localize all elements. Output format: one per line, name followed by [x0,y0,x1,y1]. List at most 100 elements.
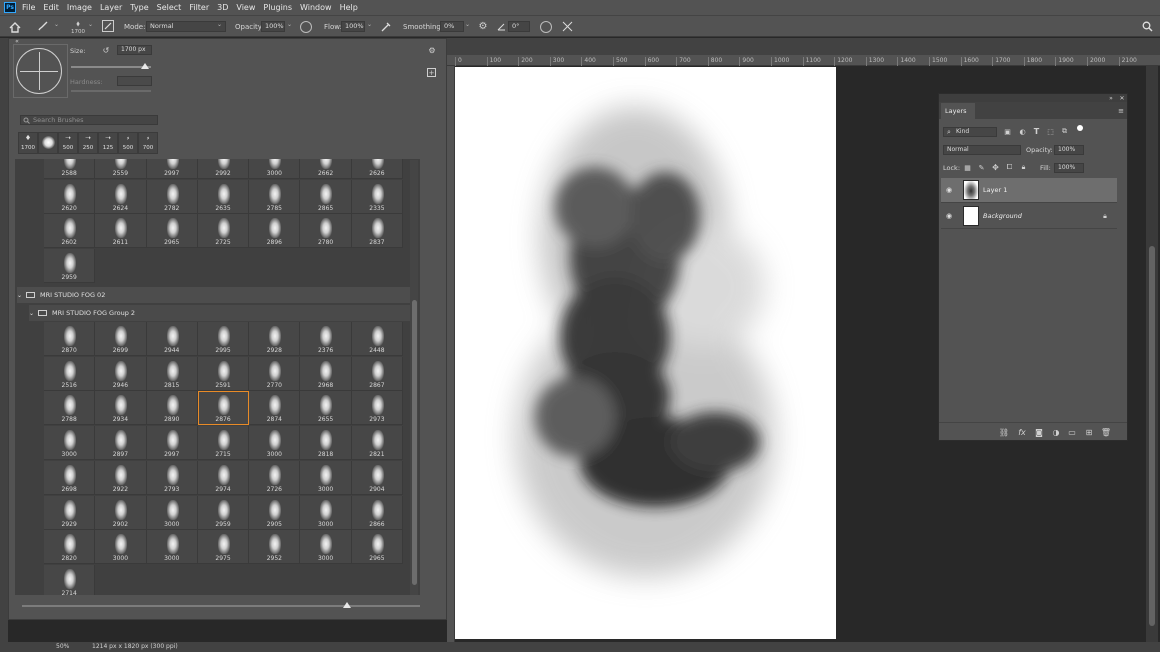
delete-layer-icon[interactable]: 🗑︎ [1101,427,1111,437]
brush-preset-tile[interactable]: 2995 [197,322,250,356]
canvas-scroll-thumb[interactable] [1149,246,1155,626]
brush-preset-tile[interactable]: 2929 [44,495,96,530]
brush-group-folder[interactable]: ⌄ MRI STUDIO FOG 02 [17,287,416,303]
menu-3d[interactable]: 3D [217,3,228,12]
brush-preset-tile[interactable]: 2874 [249,391,301,426]
reset-size-icon[interactable]: ↺ [101,45,111,55]
layer-opacity-field[interactable]: 100% [1054,145,1084,155]
document-canvas[interactable] [455,67,836,639]
lock-transparent-icon[interactable]: ▦ [963,163,972,172]
brush-preset-tile[interactable]: 3000 [300,460,352,495]
filter-smart-object-icon[interactable]: ⧉ [1060,127,1069,136]
menu-image[interactable]: Image [67,3,92,12]
brush-preset-tile[interactable]: 2890 [146,391,198,426]
brush-list-scrollbar[interactable] [410,160,418,595]
brush-preset-tile[interactable]: 2959 [197,495,250,530]
angle-field[interactable]: 0° [508,21,530,32]
brush-preset-tile[interactable]: 2821 [351,426,404,461]
brush-preset-tile[interactable]: 2952 [249,530,301,565]
brush-preset-tile[interactable]: 2662 [300,159,352,179]
brush-preset-tile[interactable]: 3000 [146,495,198,530]
new-brush-icon[interactable]: + [427,68,436,77]
lock-image-icon[interactable]: ✎ [977,163,986,172]
blend-mode-select[interactable]: Normal [943,145,1021,155]
brush-preset-tile[interactable]: 2865 [300,179,352,214]
flow-caret-icon[interactable]: ⌄ [367,21,372,28]
pressure-opacity-icon[interactable] [300,21,312,33]
brush-preset-tile[interactable]: 2837 [351,214,404,249]
fill-field[interactable]: 100% [1054,163,1084,173]
visibility-eye-icon[interactable]: ◉ [946,212,952,220]
brush-preset-tile[interactable]: 2965 [351,530,404,565]
filter-shape-icon[interactable]: ⬚ [1046,127,1055,136]
brush-preset-tile[interactable]: 2448 [351,322,404,356]
expand-chevron-icon[interactable]: ⌄ [17,292,22,299]
menu-plugins[interactable]: Plugins [263,3,292,12]
panel-settings-gear-icon[interactable]: ⚙ [427,45,437,55]
search-icon[interactable] [1141,20,1154,33]
pressure-size-icon[interactable] [540,21,552,33]
brush-list-scroll-thumb[interactable] [412,300,417,585]
brush-preset-tile[interactable]: 2620 [44,179,96,214]
layer-row-background[interactable]: ◉ Background 🔒︎ [941,204,1117,229]
menu-view[interactable]: View [236,3,255,12]
panel-menu-icon[interactable]: ≡ [1117,107,1125,115]
flow-field[interactable]: 100% [341,21,365,32]
layer-name[interactable]: Layer 1 [983,186,1007,194]
expand-chevron-icon[interactable]: ⌄ [29,310,34,317]
brush-preset-tile[interactable]: 2624 [95,179,147,214]
brush-preset-tile[interactable]: 3000 [249,426,301,461]
brush-preset-tile[interactable]: 2782 [146,179,198,214]
close-panel-icon[interactable]: ✕ [1118,94,1126,102]
brush-preset-tile[interactable]: 2559 [95,159,147,179]
brush-preset-tile[interactable]: 2905 [249,495,301,530]
brush-preset-picker[interactable]: ⬧ 1700 [71,17,85,37]
brush-preset-tile[interactable]: 2965 [146,214,198,249]
brush-preset-tile[interactable]: 2588 [44,159,96,179]
brush-preset-tile[interactable]: 2699 [95,322,147,356]
brush-preset-tile[interactable]: 2635 [197,179,250,214]
brush-preset-tile[interactable]: 2897 [95,426,147,461]
photoshop-logo-icon[interactable]: Ps [4,2,16,13]
collapse-panel-icon[interactable]: » [1107,94,1115,102]
layer-style-fx-icon[interactable]: fx [1017,427,1027,437]
new-layer-icon[interactable]: ⊞ [1084,427,1094,437]
preview-size-slider-thumb[interactable] [343,602,351,608]
brush-preset-tile[interactable]: 2902 [95,495,147,530]
brush-preset-tile[interactable]: 2780 [300,214,352,249]
brush-preset-tile[interactable]: 2818 [300,426,352,461]
brush-preset-tile[interactable]: 2997 [146,159,198,179]
opacity-caret-icon[interactable]: ⌄ [287,21,292,28]
brush-preset-tile[interactable]: 2335 [351,179,404,214]
brush-preset-tile[interactable]: 2974 [197,460,250,495]
brush-angle-roundness-icon[interactable] [16,48,62,94]
brush-preset-tile[interactable]: 2715 [197,426,250,461]
brush-preset-tile[interactable]: 2602 [44,214,96,249]
recent-brush-2[interactable] [38,132,58,154]
brush-preset-tile[interactable]: 2934 [95,391,147,426]
size-slider-thumb[interactable] [141,63,149,69]
lock-all-icon[interactable]: 🔒︎ [1019,163,1028,172]
brush-preset-tile[interactable]: 2611 [95,214,147,249]
mode-select[interactable]: Normal [146,21,226,32]
filter-toggle-icon[interactable] [1077,125,1083,131]
brush-preset-tile[interactable]: 2973 [351,391,404,426]
brush-preset-tile[interactable]: 2516 [44,356,96,391]
preview-size-slider[interactable] [22,605,420,607]
menu-type[interactable]: Type [130,3,148,12]
add-mask-icon[interactable]: ◙ [1034,427,1044,437]
brush-preset-tile[interactable]: 2992 [197,159,250,179]
size-slider[interactable] [71,66,151,68]
brush-preset-tile[interactable]: 2725 [197,214,250,249]
menu-filter[interactable]: Filter [189,3,209,12]
filter-adjustment-icon[interactable]: ◐ [1018,127,1027,136]
brush-preset-tile[interactable]: 2944 [146,322,198,356]
brush-subgroup-folder[interactable]: ⌄ MRI STUDIO FOG Group 2 [29,305,416,321]
layer-row-layer-1[interactable]: ◉ Layer 1 [941,178,1117,203]
lock-position-icon[interactable]: ✥ [991,163,1000,172]
brush-picker-caret-icon[interactable]: ⌄ [88,21,93,28]
filter-type-icon[interactable]: T [1032,127,1041,136]
brush-preset-tile[interactable]: 2820 [44,530,96,565]
brush-preset-tile[interactable]: 2904 [351,460,404,495]
brush-preset-tile[interactable]: 2968 [300,356,352,391]
